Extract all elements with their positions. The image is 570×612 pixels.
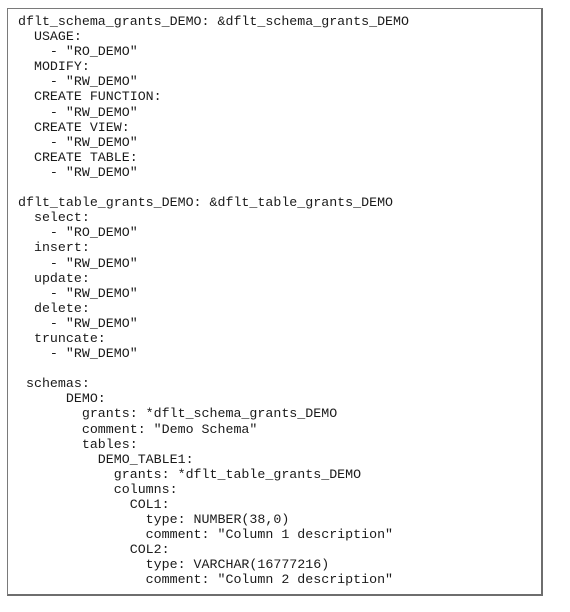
code-line: - "RW_DEMO" [18, 104, 138, 120]
code-line: grants: *dflt_table_grants_DEMO [18, 466, 362, 482]
code-line: COL1: [18, 497, 170, 512]
code-line: - "RO_DEMO" [18, 44, 138, 60]
code-line: comment: "Column 1 description" [18, 527, 394, 543]
code-line: type: VARCHAR(16777216) [18, 557, 330, 573]
code-line: schemas: [18, 376, 90, 392]
code-line: update: [18, 270, 90, 286]
code-line: columns: [18, 481, 178, 497]
code-line: - "RW_DEMO" [18, 346, 138, 362]
code-line: grants: *dflt_schema_grants_DEMO [18, 406, 338, 422]
code-line: CREATE VIEW: [18, 119, 130, 135]
code-block-frame: dflt_schema_grants_DEMO: &dflt_schema_gr… [7, 8, 543, 596]
code-line: insert: [18, 240, 90, 256]
code-line: tables: [18, 436, 138, 452]
code-line: dflt_schema_grants_DEMO: &dflt_schema_gr… [18, 14, 409, 29]
code-line: CREATE FUNCTION: [18, 89, 162, 105]
code-line: USAGE: [18, 29, 82, 45]
code-line: comment: "Column 2 description" [18, 572, 394, 588]
code-line: truncate: [18, 330, 106, 346]
code-line: - "RW_DEMO" [18, 164, 138, 180]
code-line: CREATE TABLE: [18, 149, 138, 165]
code-line: DEMO: [18, 391, 106, 407]
code-line: - "RW_DEMO" [18, 285, 138, 301]
code-line: MODIFY: [18, 59, 90, 75]
code-line: - "RW_DEMO" [18, 255, 138, 271]
code-line: comment: "Demo Schema" [18, 421, 258, 437]
code-line: select: [18, 210, 90, 226]
code-line: type: NUMBER(38,0) [18, 512, 290, 528]
code-line: DEMO_TABLE1: [18, 451, 194, 467]
code-line: delete: [18, 300, 90, 316]
code-line: - "RW_DEMO" [18, 315, 138, 331]
code-line: COL2: [18, 542, 170, 558]
code-line: - "RW_DEMO" [18, 134, 138, 150]
code-listing: dflt_schema_grants_DEMO: &dflt_schema_gr… [18, 14, 409, 588]
code-line: - "RO_DEMO" [18, 225, 138, 241]
code-line: dflt_table_grants_DEMO: &dflt_table_gran… [18, 195, 394, 211]
code-line: - "RW_DEMO" [18, 74, 138, 90]
